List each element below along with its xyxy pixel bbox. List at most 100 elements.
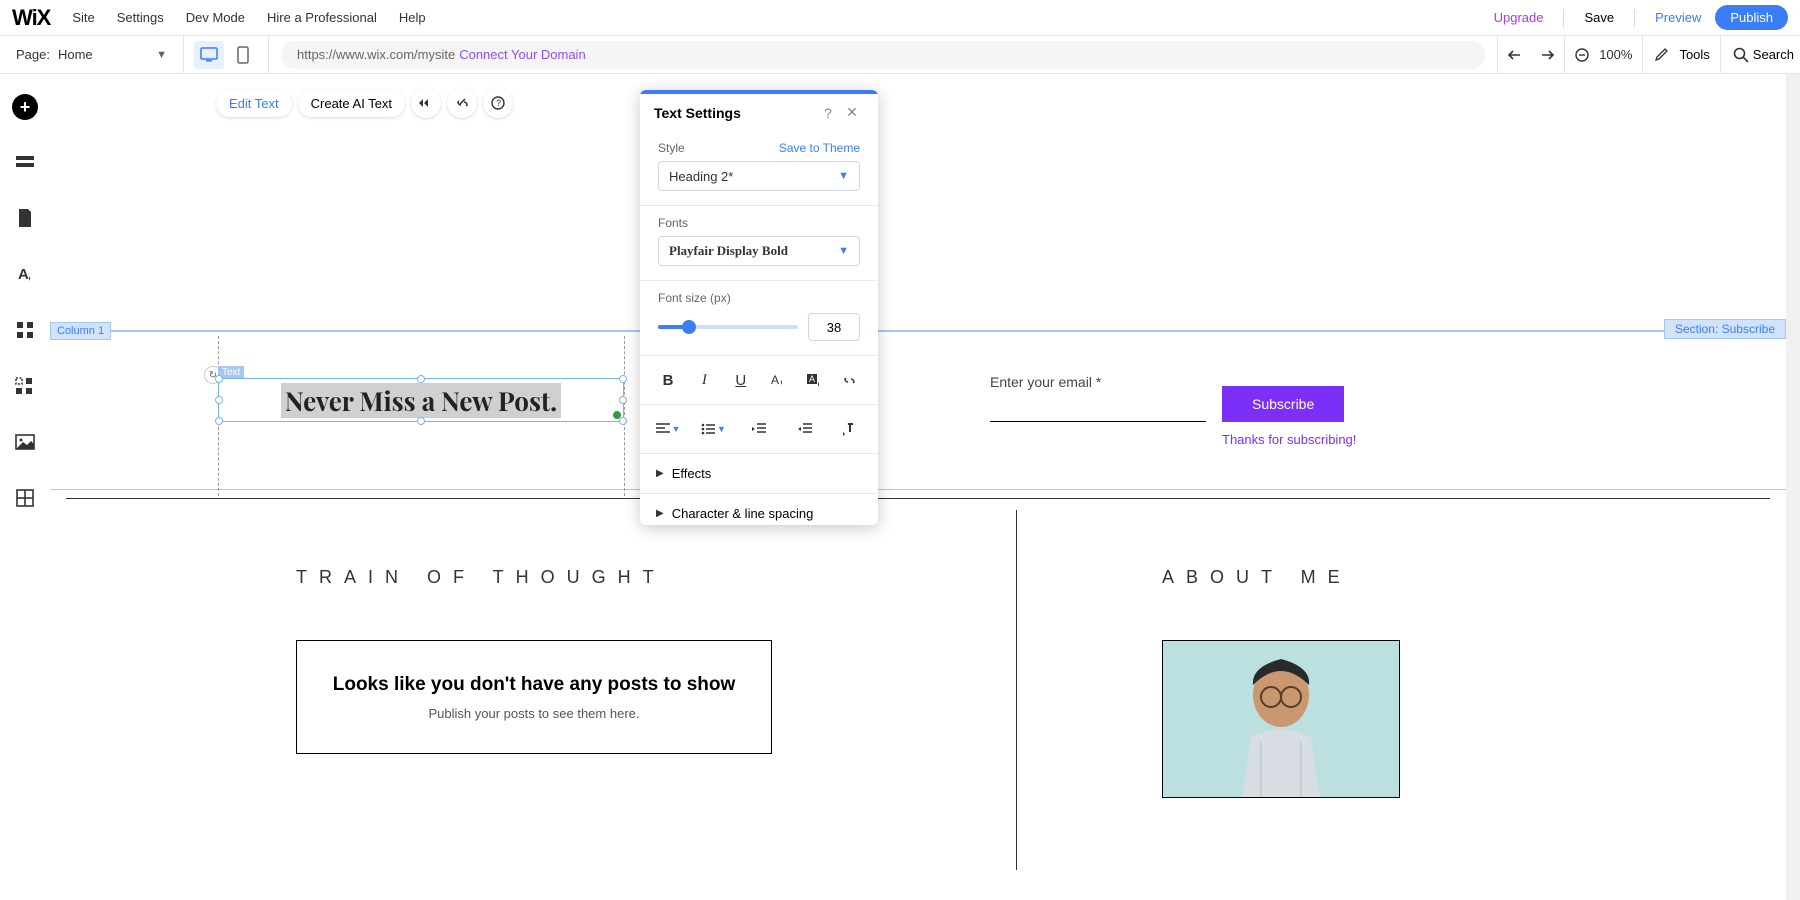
edit-text-button[interactable]: Edit Text xyxy=(216,90,292,117)
connect-domain-link[interactable]: Connect Your Domain xyxy=(459,47,585,62)
font-value: Playfair Display Bold xyxy=(669,243,788,259)
anchor-indicator xyxy=(613,411,621,419)
search-icon[interactable] xyxy=(1733,47,1749,63)
panel-close-icon[interactable]: ✕ xyxy=(840,104,864,121)
subscribe-button[interactable]: Subscribe xyxy=(1222,386,1344,422)
chevron-down-icon: ▼ xyxy=(838,245,849,257)
resize-handle[interactable] xyxy=(215,396,223,404)
highlight-button[interactable]: A xyxy=(800,366,828,394)
content-icon[interactable] xyxy=(11,484,39,512)
resize-handle[interactable] xyxy=(215,375,223,383)
resize-handle[interactable] xyxy=(619,375,627,383)
media-icon[interactable] xyxy=(11,428,39,456)
font-dropdown[interactable]: Playfair Display Bold ▼ xyxy=(658,236,860,266)
desktop-view-button[interactable] xyxy=(194,41,224,69)
url-bar[interactable]: https://www.wix.com/mysite Connect Your … xyxy=(281,41,1485,69)
effects-label: Effects xyxy=(672,466,712,481)
page-name: Home xyxy=(58,47,93,62)
style-dropdown[interactable]: Heading 2* ▼ xyxy=(658,161,860,191)
tools-button[interactable]: Tools xyxy=(1679,47,1709,62)
menu-hire[interactable]: Hire a Professional xyxy=(267,10,377,25)
about-image[interactable] xyxy=(1162,640,1400,798)
resize-handle[interactable] xyxy=(619,396,627,404)
no-posts-subtext: Publish your posts to see them here. xyxy=(428,706,639,721)
no-posts-heading: Looks like you don't have any posts to s… xyxy=(333,674,736,696)
wix-logo[interactable]: WiX xyxy=(12,5,50,31)
theme-icon[interactable]: A xyxy=(11,260,39,288)
business-icon[interactable] xyxy=(11,372,39,400)
tools-icon xyxy=(1653,47,1669,63)
resize-handle[interactable] xyxy=(417,417,425,425)
selected-text-element[interactable]: Never Miss a New Post. xyxy=(218,378,624,422)
menu-site[interactable]: Site xyxy=(72,10,94,25)
search-button[interactable]: Search xyxy=(1753,47,1794,62)
publish-button[interactable]: Publish xyxy=(1715,5,1788,30)
effects-section[interactable]: ▶ Effects xyxy=(640,454,878,494)
spacing-section[interactable]: ▶ Character & line spacing xyxy=(640,494,878,525)
divider xyxy=(66,498,1770,499)
svg-text:A: A xyxy=(18,266,29,283)
list-button[interactable]: ▼ xyxy=(700,415,728,443)
animation-icon[interactable] xyxy=(411,88,441,118)
undo-icon[interactable] xyxy=(1508,48,1526,62)
font-size-input[interactable]: 38 xyxy=(808,313,860,341)
bold-button[interactable]: B xyxy=(654,366,682,394)
save-to-theme-link[interactable]: Save to Theme xyxy=(779,141,860,155)
create-ai-text-button[interactable]: Create AI Text xyxy=(298,90,405,117)
menu-settings[interactable]: Settings xyxy=(117,10,164,25)
indent-button[interactable] xyxy=(791,415,819,443)
style-value: Heading 2* xyxy=(669,169,733,184)
font-size-label: Font size (px) xyxy=(658,291,860,305)
link-icon[interactable] xyxy=(447,88,477,118)
no-posts-placeholder: Looks like you don't have any posts to s… xyxy=(296,640,772,754)
sections-icon[interactable] xyxy=(11,148,39,176)
panel-help-icon[interactable]: ? xyxy=(816,105,840,121)
svg-text:?: ? xyxy=(496,98,501,108)
slider-thumb[interactable] xyxy=(682,320,696,334)
menu-devmode[interactable]: Dev Mode xyxy=(186,10,245,25)
scrollbar[interactable] xyxy=(1786,74,1800,900)
resize-handle[interactable] xyxy=(619,417,627,425)
italic-button[interactable]: I xyxy=(690,366,718,394)
zoom-out-icon[interactable] xyxy=(1575,48,1589,62)
heading-text[interactable]: Never Miss a New Post. xyxy=(281,383,561,418)
add-button[interactable]: + xyxy=(12,94,38,120)
menu-help[interactable]: Help xyxy=(399,10,426,25)
chevron-down-icon: ▼ xyxy=(838,170,849,182)
mobile-view-button[interactable] xyxy=(228,41,258,69)
outdent-button[interactable] xyxy=(745,415,773,443)
underline-button[interactable]: U xyxy=(727,366,755,394)
chevron-down-icon: ▼ xyxy=(156,49,167,61)
svg-text:A: A xyxy=(809,374,815,384)
link-button[interactable] xyxy=(836,366,864,394)
preview-button[interactable]: Preview xyxy=(1645,6,1711,29)
train-of-thought-heading: TRAIN OF THOUGHT xyxy=(296,567,666,588)
about-me-heading: ABOUT ME xyxy=(1162,567,1352,588)
section-badge[interactable]: Section: Subscribe xyxy=(1664,319,1786,339)
fonts-label: Fonts xyxy=(658,216,860,230)
vertical-divider xyxy=(1016,510,1017,870)
apps-icon[interactable] xyxy=(11,316,39,344)
email-input[interactable] xyxy=(990,392,1206,422)
triangle-right-icon: ▶ xyxy=(656,468,664,479)
panel-title: Text Settings xyxy=(654,105,816,121)
save-button[interactable]: Save xyxy=(1574,6,1624,29)
resize-handle[interactable] xyxy=(215,417,223,425)
redo-icon[interactable] xyxy=(1536,48,1554,62)
resize-handle[interactable] xyxy=(417,375,425,383)
page-label: Page: xyxy=(16,47,50,62)
zoom-level[interactable]: 100% xyxy=(1599,47,1632,62)
page-selector[interactable]: Page: Home ▼ xyxy=(0,36,184,73)
email-label: Enter your email * xyxy=(990,374,1206,390)
help-icon[interactable]: ? xyxy=(483,88,513,118)
svg-text:A: A xyxy=(771,373,779,387)
upgrade-link[interactable]: Upgrade xyxy=(1484,6,1554,29)
url-text: https://www.wix.com/mysite xyxy=(297,47,455,62)
triangle-right-icon: ▶ xyxy=(656,508,664,519)
font-size-slider[interactable] xyxy=(658,325,798,329)
text-color-button[interactable]: A xyxy=(763,366,791,394)
pages-icon[interactable] xyxy=(11,204,39,232)
column-badge[interactable]: Column 1 xyxy=(50,322,111,340)
align-button[interactable]: ▼ xyxy=(654,415,682,443)
direction-button[interactable] xyxy=(836,415,864,443)
